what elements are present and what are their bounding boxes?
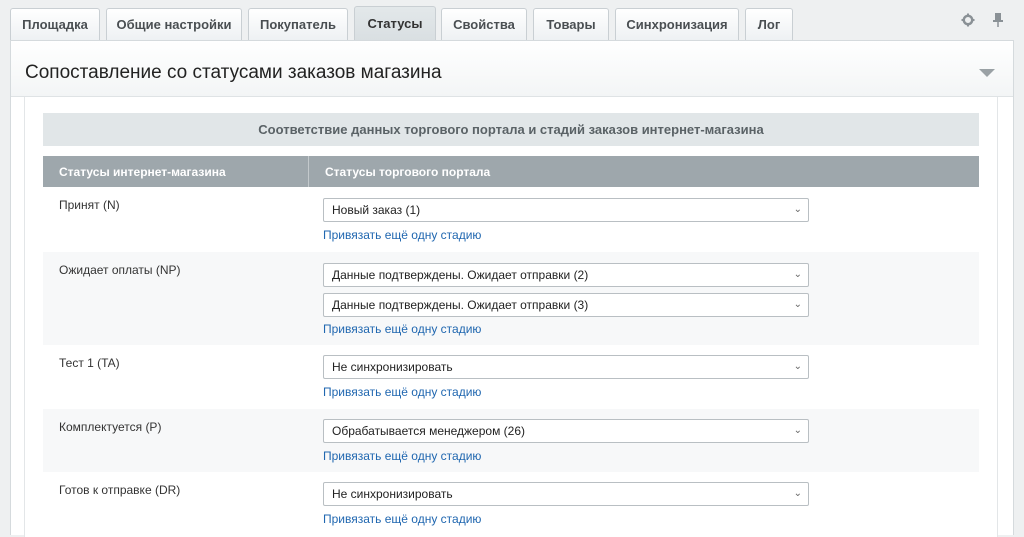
table-row: Комплектуется (P) Обрабатывается менедже…: [43, 409, 979, 472]
column-header-shop-statuses: Статусы интернет-магазина: [43, 156, 309, 187]
select-value: Обрабатывается менеджером (26): [332, 424, 526, 438]
shop-status-label: Принят (N): [59, 198, 120, 212]
add-stage-link[interactable]: Привязать ещё одну стадию: [323, 385, 481, 399]
portal-status-select[interactable]: Данные подтверждены. Ожидает отправки (2…: [323, 263, 809, 287]
tab-properties[interactable]: Свойства: [441, 8, 527, 40]
statuses-panel: Сопоставление со статусами заказов магаз…: [10, 40, 1014, 537]
shop-status-label: Комплектуется (P): [59, 420, 162, 434]
pin-icon[interactable]: [990, 12, 1006, 28]
tab-platform[interactable]: Площадка: [10, 8, 100, 40]
tab-bar: Площадка Общие настройки Покупатель Стат…: [0, 0, 1024, 42]
status-mapping-table: Соответствие данных торгового портала и …: [24, 97, 998, 537]
select-value: Не синхронизировать: [332, 360, 453, 374]
add-stage-link[interactable]: Привязать ещё одну стадию: [323, 322, 481, 336]
shop-status-label: Готов к отправке (DR): [59, 483, 181, 497]
tab-general-settings[interactable]: Общие настройки: [106, 8, 242, 40]
tab-buyer[interactable]: Покупатель: [248, 8, 348, 40]
section-header[interactable]: Сопоставление со статусами заказов магаз…: [11, 41, 1013, 97]
tab-products[interactable]: Товары: [533, 8, 609, 40]
chevron-down-icon: ⌄: [793, 361, 802, 372]
select-value: Данные подтверждены. Ожидает отправки (3…: [332, 298, 589, 312]
tab-log[interactable]: Лог: [745, 8, 793, 40]
table-row: Тест 1 (TA) Не синхронизировать ⌄ Привяз…: [43, 345, 979, 409]
portal-status-select[interactable]: Данные подтверждены. Ожидает отправки (3…: [323, 293, 809, 317]
add-stage-link[interactable]: Привязать ещё одну стадию: [323, 512, 481, 526]
portal-status-select[interactable]: Не синхронизировать ⌄: [323, 355, 809, 379]
triangle-down-icon[interactable]: [979, 69, 995, 77]
table-row: Ожидает оплаты (NP) Данные подтверждены.…: [43, 252, 979, 345]
table-row: Принят (N) Новый заказ (1) ⌄ Привязать е…: [43, 187, 979, 245]
table-row: Готов к отправке (DR) Не синхронизироват…: [43, 472, 979, 537]
add-stage-link[interactable]: Привязать ещё одну стадию: [323, 449, 481, 463]
select-value: Данные подтверждены. Ожидает отправки (2…: [332, 268, 589, 282]
portal-status-select[interactable]: Новый заказ (1) ⌄: [323, 198, 809, 222]
shop-status-label: Тест 1 (TA): [59, 356, 120, 370]
chevron-down-icon: ⌄: [793, 488, 802, 499]
chevron-down-icon: ⌄: [793, 204, 802, 215]
table-caption: Соответствие данных торгового портала и …: [43, 113, 979, 146]
column-header-portal-statuses: Статусы торгового портала: [325, 164, 491, 179]
add-stage-link[interactable]: Привязать ещё одну стадию: [323, 228, 481, 242]
table-header: Статусы интернет-магазина Статусы торгов…: [43, 156, 979, 187]
shop-status-label: Ожидает оплаты (NP): [59, 263, 181, 277]
select-value: Не синхронизировать: [332, 487, 453, 501]
select-value: Новый заказ (1): [332, 203, 421, 217]
tab-statuses[interactable]: Статусы: [354, 6, 436, 40]
chevron-down-icon: ⌄: [793, 269, 802, 280]
tab-sync[interactable]: Синхронизация: [615, 8, 739, 40]
gear-icon[interactable]: [960, 12, 976, 28]
portal-status-select[interactable]: Обрабатывается менеджером (26) ⌄: [323, 419, 809, 443]
chevron-down-icon: ⌄: [793, 299, 802, 310]
section-title: Сопоставление со статусами заказов магаз…: [25, 62, 442, 83]
portal-status-select[interactable]: Не синхронизировать ⌄: [323, 482, 809, 506]
chevron-down-icon: ⌄: [793, 425, 802, 436]
